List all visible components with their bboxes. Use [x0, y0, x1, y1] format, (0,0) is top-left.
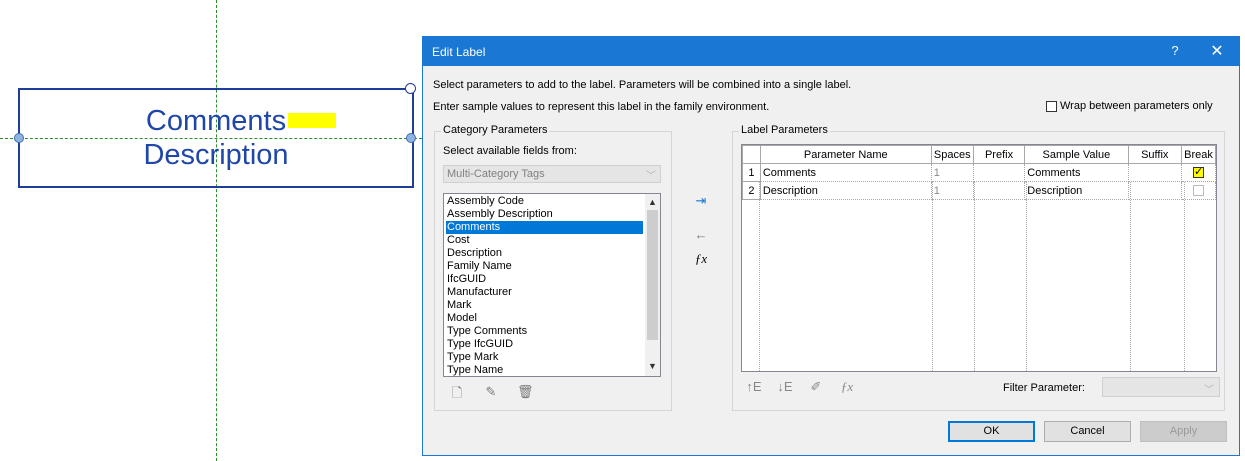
edit-label-dialog: Edit Label ? ✕ Select parameters to add … — [422, 36, 1240, 456]
list-item[interactable]: Type IfcGUID — [446, 338, 643, 351]
label-parameters-title: Label Parameters — [739, 124, 830, 136]
list-item[interactable]: Type Mark — [446, 351, 643, 364]
chevron-down-icon[interactable]: ▼ — [648, 361, 657, 371]
row-number-header — [742, 145, 761, 164]
edit-parameter-icon[interactable]: ✎ — [483, 384, 499, 400]
column-header[interactable]: Parameter Name — [759, 145, 932, 164]
move-up-icon[interactable]: ↑E — [745, 379, 763, 395]
category-dropdown-value: Multi-Category Tags — [447, 168, 545, 180]
grid-empty-area — [742, 182, 1216, 371]
available-fields-list[interactable]: Assembly Code Assembly Description Comme… — [443, 193, 661, 377]
list-item[interactable]: Cost — [446, 234, 643, 247]
list-item[interactable]: Type Name — [446, 364, 643, 376]
category-toolbar: 🗋 ✎ 🗑 — [449, 384, 534, 400]
table-row[interactable]: 1 Comments 1 Comments — [742, 163, 1217, 182]
list-item[interactable]: Description — [446, 247, 643, 260]
rotate-grip-icon[interactable] — [405, 83, 416, 94]
chevron-down-icon: ﹀ — [1204, 385, 1214, 396]
list-item[interactable]: Model — [446, 312, 643, 325]
vertical-reference-line — [216, 0, 217, 461]
add-to-label-icon[interactable]: ⇥ — [691, 193, 711, 211]
list-item[interactable]: Type Comments — [446, 325, 643, 338]
break-checkbox-checked[interactable] — [1192, 165, 1204, 179]
wrap-label: Wrap between parameters only — [1060, 100, 1213, 112]
label-text-line-2: Description — [143, 139, 289, 171]
delete-parameter-icon[interactable]: 🗑 — [517, 384, 534, 400]
row-number: 1 — [742, 163, 761, 182]
list-item[interactable]: Assembly Description — [446, 208, 643, 221]
wrap-checkbox[interactable] — [1046, 100, 1057, 112]
list-item[interactable]: Manufacturer — [446, 286, 643, 299]
column-header[interactable]: Sample Value — [1024, 145, 1129, 164]
category-parameters-group: Category Parameters Select available fie… — [434, 124, 672, 411]
list-item-selected[interactable]: Comments — [446, 221, 643, 234]
column-header[interactable]: Suffix — [1127, 145, 1182, 164]
category-dropdown[interactable]: Multi-Category Tags ﹀ — [443, 165, 661, 183]
cancel-button[interactable]: Cancel — [1044, 421, 1131, 442]
label-parameters-group: Label Parameters Parameter Name Spaces P… — [732, 124, 1225, 411]
filter-parameter-dropdown[interactable]: ﹀ — [1102, 377, 1220, 397]
sample-value-cell[interactable]: Comments — [1024, 163, 1129, 182]
column-header[interactable]: Prefix — [972, 145, 1026, 164]
prefix-cell[interactable] — [972, 163, 1026, 182]
label-params-toolbar: ↑E ↓E ✐ ƒx — [745, 379, 856, 395]
wrap-option[interactable]: Wrap between parameters only — [1046, 100, 1213, 112]
edit-label-parameter-icon[interactable]: ✐ — [807, 379, 825, 395]
dialog-titlebar[interactable]: Edit Label ? ✕ — [423, 37, 1239, 66]
intro-text-2: Enter sample values to represent this la… — [433, 101, 770, 113]
spaces-cell[interactable]: 1 — [930, 163, 974, 182]
suffix-cell[interactable] — [1127, 163, 1182, 182]
left-drag-grip[interactable] — [14, 133, 24, 143]
fx-icon[interactable]: ƒx — [691, 251, 711, 269]
break-cell[interactable] — [1180, 163, 1217, 182]
close-icon[interactable]: ✕ — [1208, 41, 1226, 61]
label-parameters-grid[interactable]: Parameter Name Spaces Prefix Sample Valu… — [741, 144, 1217, 372]
dialog-title: Edit Label — [432, 45, 486, 59]
parameter-name-cell[interactable]: Comments — [759, 163, 932, 182]
new-parameter-icon[interactable]: 🗋 — [449, 384, 465, 400]
scroll-thumb[interactable] — [647, 210, 658, 340]
chevron-up-icon[interactable]: ▲ — [648, 197, 657, 207]
label-text-line-1: Comments — [145, 105, 287, 137]
intro-text-1: Select parameters to add to the label. P… — [433, 79, 852, 91]
column-header[interactable]: Break — [1180, 145, 1217, 164]
list-scrollbar[interactable]: ▲ ▼ — [645, 194, 660, 376]
right-drag-grip[interactable] — [406, 133, 416, 143]
move-down-icon[interactable]: ↓E — [776, 379, 794, 395]
list-item[interactable]: Assembly Code — [446, 195, 643, 208]
column-header[interactable]: Spaces — [930, 145, 974, 164]
apply-button[interactable]: Apply — [1140, 421, 1227, 442]
ok-button[interactable]: OK — [948, 421, 1035, 442]
highlight-mark — [288, 113, 336, 128]
help-button[interactable]: ? — [1168, 43, 1182, 58]
filter-parameter-label: Filter Parameter: — [1003, 382, 1085, 394]
label-element[interactable]: Comments Description — [18, 88, 414, 188]
list-item[interactable]: Family Name — [446, 260, 643, 273]
list-item[interactable]: IfcGUID — [446, 273, 643, 286]
category-parameters-title: Category Parameters — [441, 124, 550, 136]
select-fields-label: Select available fields from: — [443, 145, 577, 157]
chevron-down-icon: ﹀ — [646, 171, 656, 182]
list-item[interactable]: Mark — [446, 299, 643, 312]
remove-from-label-icon[interactable]: ← — [691, 227, 711, 245]
calculated-value-icon[interactable]: ƒx — [838, 379, 856, 395]
grid-header-row: Parameter Name Spaces Prefix Sample Valu… — [742, 145, 1217, 164]
